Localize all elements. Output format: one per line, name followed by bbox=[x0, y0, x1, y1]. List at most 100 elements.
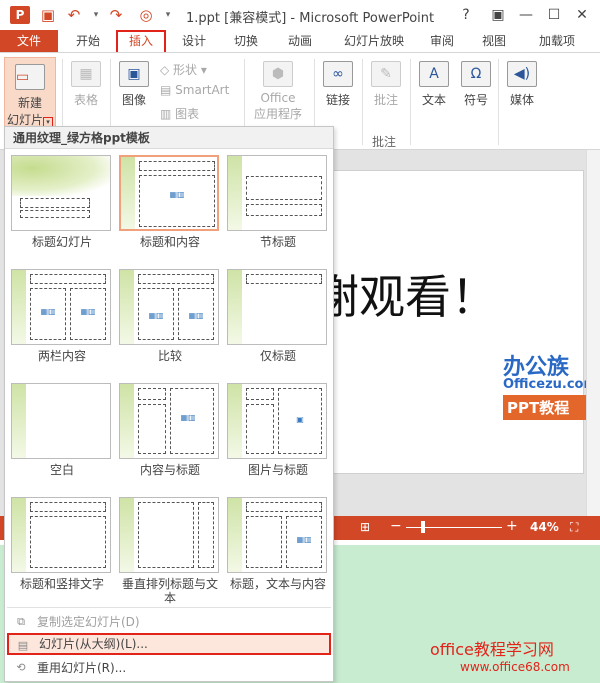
link-button[interactable]: ∞ 链接 bbox=[318, 61, 358, 108]
watermark-tag: PPT教程 bbox=[503, 395, 593, 420]
undo-icon[interactable]: ↶ bbox=[64, 5, 84, 25]
ribbon-tabs: 文件 开始 插入 设计 切换 动画 幻灯片放映 审阅 视图 加载项 bbox=[0, 30, 600, 52]
link-icon: ∞ bbox=[323, 61, 353, 87]
layout-thumbnail bbox=[119, 497, 219, 573]
media-button[interactable]: ◀) 媒体 bbox=[502, 61, 542, 108]
outline-icon: ▤ bbox=[17, 639, 29, 652]
slides-from-outline-item[interactable]: ▤ 幻灯片(从大纲)(L)... bbox=[7, 633, 331, 655]
layout-name: 节标题 bbox=[259, 235, 296, 249]
menu-divider bbox=[7, 607, 331, 608]
layout-title-text-and-content[interactable]: ▦▥ 标题，文本与内容 bbox=[227, 497, 329, 591]
minimize-button[interactable]: — bbox=[514, 4, 538, 26]
new-slide-label-2: 幻灯片 bbox=[6, 113, 43, 127]
layout-thumbnail: ▦▥ bbox=[119, 383, 219, 459]
new-slide-button[interactable]: ▭ 新建 幻灯片 ▾ bbox=[4, 57, 56, 135]
current-slide[interactable]: 谢观看！ 办公族 Officezu.com PPT教程 bbox=[313, 170, 597, 474]
layout-picture-with-caption[interactable]: ▣ 图片与标题 bbox=[227, 383, 329, 477]
start-from-beginning-icon[interactable]: ◎ bbox=[136, 5, 156, 25]
chart-label: 图表 bbox=[175, 107, 200, 121]
comment-label: 批注 bbox=[373, 93, 398, 107]
table-button[interactable]: ▦ 表格 bbox=[66, 61, 106, 108]
chart-button[interactable]: ▥ 图表 bbox=[160, 105, 199, 122]
layout-comparison[interactable]: ▦▥ ▦▥ 比较 bbox=[119, 269, 221, 363]
ribbon-display-options-icon[interactable]: ▣ bbox=[486, 4, 510, 26]
layout-thumbnail bbox=[11, 497, 111, 573]
title-bar: P ▣ ↶ ▾ ↷ ◎ ▾ 1.ppt [兼容模式] - Microsoft P… bbox=[0, 0, 600, 30]
redo-icon[interactable]: ↷ bbox=[106, 5, 126, 25]
layout-vertical-title-and-text[interactable]: 垂直排列标题与文本 bbox=[119, 497, 221, 605]
layout-section-header[interactable]: 节标题 bbox=[227, 155, 329, 249]
close-button[interactable]: ✕ bbox=[570, 4, 594, 26]
duplicate-label: 复制选定幻灯片(D) bbox=[37, 615, 140, 629]
image-button[interactable]: ▣ 图像 bbox=[114, 61, 154, 108]
layout-title-slide[interactable]: 标题幻灯片 bbox=[11, 155, 113, 249]
tab-file[interactable]: 文件 bbox=[0, 30, 58, 52]
duplicate-icon: ⧉ bbox=[17, 615, 25, 628]
slide-title-text[interactable]: 谢观看！ bbox=[313, 261, 497, 327]
powerpoint-logo-icon: P bbox=[10, 6, 30, 24]
ribbon-separator bbox=[498, 59, 499, 145]
fit-to-window-icon[interactable]: ⛶ bbox=[570, 520, 578, 535]
zoom-out-button[interactable]: − bbox=[390, 518, 402, 534]
new-slide-icon: ▭ bbox=[15, 64, 45, 90]
tab-home[interactable]: 开始 bbox=[66, 30, 110, 52]
layout-name: 内容与标题 bbox=[139, 463, 200, 477]
site-watermark-brand: office教程学习网 bbox=[430, 640, 554, 659]
ribbon-separator bbox=[410, 59, 411, 145]
layout-thumbnail: ▦▥ ▦▥ bbox=[119, 269, 219, 345]
layout-content-with-caption[interactable]: ▦▥ 内容与标题 bbox=[119, 383, 221, 477]
layout-name: 比较 bbox=[157, 349, 182, 363]
customize-quick-access-icon[interactable]: ▾ bbox=[158, 5, 178, 25]
duplicate-slides-item[interactable]: ⧉ 复制选定幻灯片(D) bbox=[7, 611, 331, 633]
tab-view[interactable]: 视图 bbox=[472, 30, 516, 52]
office-apps-button[interactable]: ⬢ Office 应用程序 bbox=[248, 61, 308, 122]
vertical-scrollbar[interactable] bbox=[586, 150, 600, 516]
shapes-button[interactable]: ◇ 形状 ▾ bbox=[160, 61, 207, 78]
new-slide-label-1: 新建 bbox=[17, 96, 42, 110]
layout-name: 标题和内容 bbox=[139, 235, 200, 249]
zoom-in-button[interactable]: + bbox=[506, 518, 518, 534]
symbol-icon: Ω bbox=[461, 61, 491, 87]
symbol-button[interactable]: Ω 符号 bbox=[456, 61, 496, 108]
media-icon: ◀) bbox=[507, 61, 537, 87]
undo-dropdown-icon[interactable]: ▾ bbox=[86, 5, 106, 25]
slideshow-view-icon[interactable]: ⊞ bbox=[360, 520, 370, 534]
layout-title-only[interactable]: 仅标题 bbox=[227, 269, 329, 363]
link-label: 链接 bbox=[325, 93, 350, 107]
watermark-site: Officezu.com bbox=[503, 377, 598, 392]
comment-icon: ✎ bbox=[371, 61, 401, 87]
layout-blank[interactable]: 空白 bbox=[11, 383, 113, 477]
layout-thumbnail: ▦▥ ▦▥ bbox=[11, 269, 111, 345]
reuse-label: 重用幻灯片(R)... bbox=[37, 661, 127, 675]
image-label: 图像 bbox=[121, 93, 146, 107]
layout-name: 空白 bbox=[49, 463, 74, 477]
text-button[interactable]: A 文本 bbox=[414, 61, 454, 108]
zoom-slider-thumb[interactable] bbox=[421, 521, 425, 533]
table-label: 表格 bbox=[73, 93, 98, 107]
symbol-label: 符号 bbox=[463, 93, 488, 107]
tab-slideshow[interactable]: 幻灯片放映 bbox=[334, 30, 414, 52]
layout-title-and-content[interactable]: ▦▥ 标题和内容 bbox=[119, 155, 221, 249]
tab-review[interactable]: 审阅 bbox=[420, 30, 464, 52]
layout-theme-header: 通用纹理_绿方格ppt模板 bbox=[5, 127, 333, 149]
tab-animations[interactable]: 动画 bbox=[278, 30, 322, 52]
layout-name: 图片与标题 bbox=[247, 463, 308, 477]
smartart-button[interactable]: ▤ SmartArt bbox=[160, 83, 229, 97]
layout-thumbnail: ▦▥ bbox=[227, 497, 327, 573]
office-apps-icon: ⬢ bbox=[263, 61, 293, 87]
help-button[interactable]: ? bbox=[454, 4, 478, 26]
tab-transitions[interactable]: 切换 bbox=[224, 30, 268, 52]
comment-button[interactable]: ✎ 批注 bbox=[366, 61, 406, 108]
office-apps-label-2: 应用程序 bbox=[253, 107, 302, 121]
layout-title-and-vertical-text[interactable]: 标题和竖排文字 bbox=[11, 497, 113, 591]
new-slide-layout-menu: 通用纹理_绿方格ppt模板 标题幻灯片 ▦▥ 标题和内容 节标题 ▦▥ ▦▥ 两… bbox=[4, 126, 334, 682]
tab-addins[interactable]: 加载项 bbox=[528, 30, 586, 52]
save-icon[interactable]: ▣ bbox=[38, 5, 58, 25]
restore-button[interactable]: ☐ bbox=[542, 4, 566, 26]
tab-insert[interactable]: 插入 bbox=[116, 30, 166, 52]
zoom-level[interactable]: 44% bbox=[530, 520, 559, 534]
reuse-slides-item[interactable]: ⟲ 重用幻灯片(R)... bbox=[7, 657, 331, 679]
layout-name: 两栏内容 bbox=[37, 349, 86, 363]
tab-design[interactable]: 设计 bbox=[172, 30, 216, 52]
layout-two-content[interactable]: ▦▥ ▦▥ 两栏内容 bbox=[11, 269, 113, 363]
